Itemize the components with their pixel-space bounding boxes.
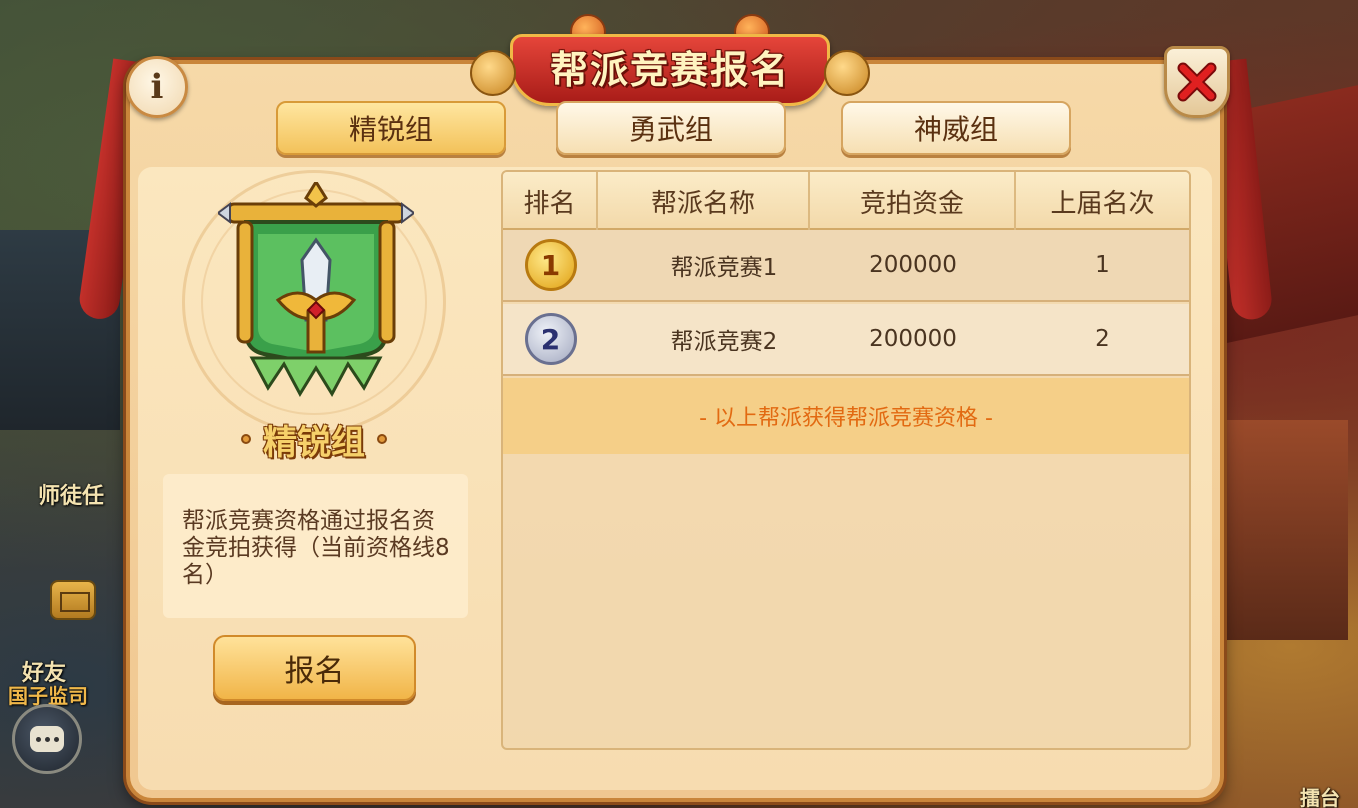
ornament-dot: [241, 434, 251, 444]
tab-divine[interactable]: 神威组: [841, 101, 1071, 155]
group-name-label: 精锐组: [263, 422, 365, 463]
ranking-table: 排名 帮派名称 竞拍资金 上届名次 1 帮派竞赛1 200000 1 2 帮派竞…: [501, 170, 1191, 750]
qualification-note: - 以上帮派获得帮派竞赛资格 -: [503, 378, 1189, 454]
tab-elite[interactable]: 精锐组: [276, 101, 506, 155]
world-label-arena: 擂台: [1300, 786, 1340, 808]
table-row[interactable]: 1 帮派竞赛1 200000 1: [503, 230, 1189, 302]
group-title: 精锐组: [214, 412, 414, 466]
info-icon: i: [150, 67, 164, 107]
banner-knot-icon: [470, 50, 516, 96]
rank-cell: 2: [503, 313, 598, 365]
last-rank-cell: 1: [1095, 252, 1110, 278]
gold-medal-icon: 1: [524, 239, 577, 291]
world-label-mentor: 师徒任: [38, 484, 105, 509]
title-banner: 帮派竞赛报名: [470, 14, 870, 112]
bid-funds-cell: 200000: [869, 252, 957, 278]
guild-name-cell: 帮派竞赛2: [670, 329, 778, 355]
guild-name-cell: 帮派竞赛1: [670, 255, 778, 281]
world-building: [1218, 420, 1348, 640]
description-box: 帮派竞赛资格通过报名资金竞拍获得（当前资格线8名）: [163, 474, 468, 618]
mail-icon[interactable]: [50, 580, 96, 620]
chat-button[interactable]: [12, 704, 82, 774]
ornament-dot: [377, 434, 387, 444]
table-header: 排名 帮派名称 竞拍资金 上届名次: [503, 172, 1189, 230]
table-row[interactable]: 2 帮派竞赛2 200000 2: [503, 304, 1189, 376]
rank-cell: 1: [503, 239, 598, 291]
description-text: 帮派竞赛资格通过报名资金竞拍获得（当前资格线8名）: [182, 508, 450, 588]
header-rank: 排名: [503, 172, 598, 230]
close-icon: [1177, 62, 1217, 102]
close-button[interactable]: [1164, 46, 1230, 118]
bid-funds-cell: 200000: [869, 326, 957, 352]
tab-brave[interactable]: 勇武组: [556, 101, 786, 155]
silver-medal-icon: 2: [524, 313, 577, 365]
info-button[interactable]: i: [126, 56, 188, 118]
dialog-title: 帮派竞赛报名: [549, 47, 790, 92]
chat-bubble-icon: [30, 726, 64, 752]
banner-knot-icon: [824, 50, 870, 96]
header-last-rank: 上届名次: [1050, 188, 1155, 219]
header-guild-name: 帮派名称: [598, 172, 810, 230]
guild-banner-emblem-icon: [218, 182, 414, 398]
signup-button[interactable]: 报名: [213, 635, 416, 701]
last-rank-cell: 2: [1095, 326, 1110, 352]
header-bid-funds: 竞拍资金: [810, 172, 1016, 230]
